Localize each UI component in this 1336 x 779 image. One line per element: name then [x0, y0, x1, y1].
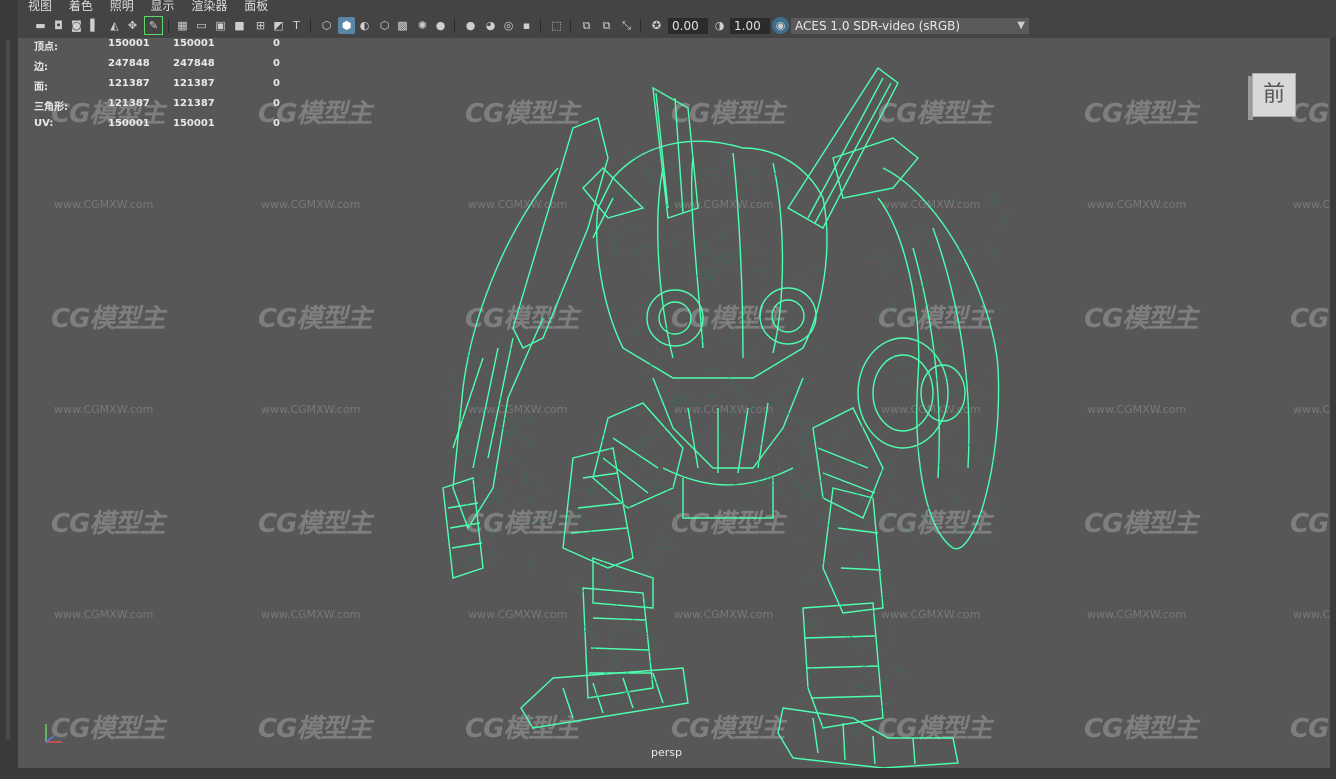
gamma-field[interactable]: 1.00 [730, 18, 770, 34]
menu-panels[interactable]: 面板 [244, 0, 268, 12]
watermark-logo: CG模型主 [1084, 714, 1198, 744]
field-chart-icon[interactable]: ⊞ [252, 17, 269, 34]
camera-icon[interactable]: ▬ [32, 17, 49, 34]
resolution-gate-icon[interactable]: ▣ [212, 17, 229, 34]
watermark-logo: CG模型主 [51, 304, 165, 334]
watermark-url: www.CGMXW.com [261, 608, 361, 621]
bookmark-camera-icon[interactable]: ◙ [68, 17, 85, 34]
view-cube[interactable]: 前 [1248, 73, 1296, 121]
safe-title-icon[interactable]: T [288, 17, 305, 34]
exposure-field[interactable]: 0.00 [668, 18, 708, 34]
watermark-logo: CG模型主 [258, 714, 372, 744]
screen-space-ao-icon[interactable]: ● [462, 17, 479, 34]
bottom-border [18, 768, 1336, 779]
wireframe-icon[interactable]: ⬡ [318, 17, 335, 34]
watermark-logo: CG模型主 [1084, 99, 1198, 129]
gate-mask-icon[interactable]: ■ [231, 17, 248, 34]
watermark-logo: CG模型主 [1290, 509, 1330, 539]
two-d-pan-icon[interactable]: ✥ [124, 17, 141, 34]
watermark-logo: CG模型主 [258, 304, 372, 334]
anti-aliasing-icon[interactable]: ◎ [500, 17, 517, 34]
watermark-url: www.CGMXW.com [261, 198, 361, 211]
watermark-logo: CG模型主 [1290, 304, 1330, 334]
right-border [1330, 38, 1336, 779]
wireframe-on-shaded-icon[interactable]: ⬡ [376, 17, 393, 34]
shadows-icon[interactable]: ● [432, 17, 449, 34]
film-gate-icon[interactable]: ▭ [193, 17, 210, 34]
gamma-icon[interactable]: ◑ [711, 17, 728, 34]
depth-of-field-icon[interactable]: ▪ [518, 17, 535, 34]
camera-name-label: persp [651, 746, 682, 759]
smooth-shade-icon[interactable]: ⬢ [338, 17, 355, 34]
menu-renderer[interactable]: 渲染器 [191, 0, 227, 12]
viewport-toolbar: ▬ ◘ ◙ ▌ ◭ ✥ ✎ ▦ ▭ ▣ ■ ⊞ ◩ T ⬡ ⬢ ◐ ⬡ ▩ ✺ … [18, 14, 1336, 39]
color-management-icon[interactable]: ◉ [772, 17, 789, 34]
color-space-dropdown[interactable]: ACES 1.0 SDR-video (sRGB) ▼ [791, 18, 1029, 34]
watermark-url: www.CGMXW.com [54, 403, 154, 416]
menu-shading[interactable]: 着色 [69, 0, 93, 12]
lights-icon[interactable]: ✺ [414, 17, 431, 34]
watermark-url: www.CGMXW.com [1087, 608, 1187, 621]
exposure-icon[interactable]: ✪ [648, 17, 665, 34]
grid-icon[interactable]: ▦ [174, 17, 191, 34]
watermark-url: www.CGMXW.com [1293, 198, 1330, 211]
grease-pencil-icon[interactable]: ✎ [144, 16, 163, 35]
panel-menubar: 视图 着色 照明 显示 渲染器 面板 [18, 0, 1336, 14]
watermark-url: www.CGMXW.com [1087, 403, 1187, 416]
isolate-select-icon[interactable]: ⬚ [548, 17, 565, 34]
watermark-url: www.CGMXW.com [54, 198, 154, 211]
default-material-icon[interactable]: ◐ [356, 17, 373, 34]
menu-lighting[interactable]: 照明 [110, 0, 134, 12]
safe-action-icon[interactable]: ◩ [270, 17, 287, 34]
watermark-logo: CG模型主 [1290, 99, 1330, 129]
backface-culling-icon[interactable]: ⤡ [618, 17, 635, 34]
left-panel-strip [0, 0, 19, 779]
watermark-url: www.CGMXW.com [261, 403, 361, 416]
watermark-logo: CG模型主 [1084, 304, 1198, 334]
xray-icon[interactable]: ⧉ [578, 17, 595, 34]
watermark-url: www.CGMXW.com [1087, 198, 1187, 211]
watermark-logo: CG模型主 [51, 509, 165, 539]
watermark-logo: CG模型主 [1290, 714, 1330, 744]
menu-show[interactable]: 显示 [151, 0, 175, 12]
3d-viewport[interactable]: CG模型主 CG模型主 CG模型主 CG模型主 CG模型主 CG模型主 CG模型主 CG模型主… [18, 38, 1330, 768]
view-cube-front-face[interactable]: 前 [1252, 73, 1296, 117]
watermark-url: www.CGMXW.com [1293, 403, 1330, 416]
watermark-logo: CG模型主 [258, 509, 372, 539]
robot-wireframe-model [442, 66, 1010, 768]
xray-joints-icon[interactable]: ⧉ [598, 17, 615, 34]
watermark-url: www.CGMXW.com [1293, 608, 1330, 621]
watermark-logo: CG模型主 [1084, 509, 1198, 539]
color-space-value: ACES 1.0 SDR-video (sRGB) [795, 19, 961, 33]
textured-icon[interactable]: ▩ [394, 17, 411, 34]
image-plane-icon[interactable]: ◭ [106, 17, 123, 34]
chevron-down-icon: ▼ [1017, 20, 1025, 31]
axis-gizmo-icon [45, 724, 62, 743]
menu-view[interactable]: 视图 [28, 0, 52, 12]
watermark-url: www.CGMXW.com [54, 608, 154, 621]
bookmark-icon[interactable]: ▌ [86, 17, 103, 34]
scroll-grip[interactable] [6, 40, 10, 740]
camera-attributes-icon[interactable]: ◘ [50, 17, 67, 34]
motion-blur-icon[interactable]: ◕ [482, 17, 499, 34]
